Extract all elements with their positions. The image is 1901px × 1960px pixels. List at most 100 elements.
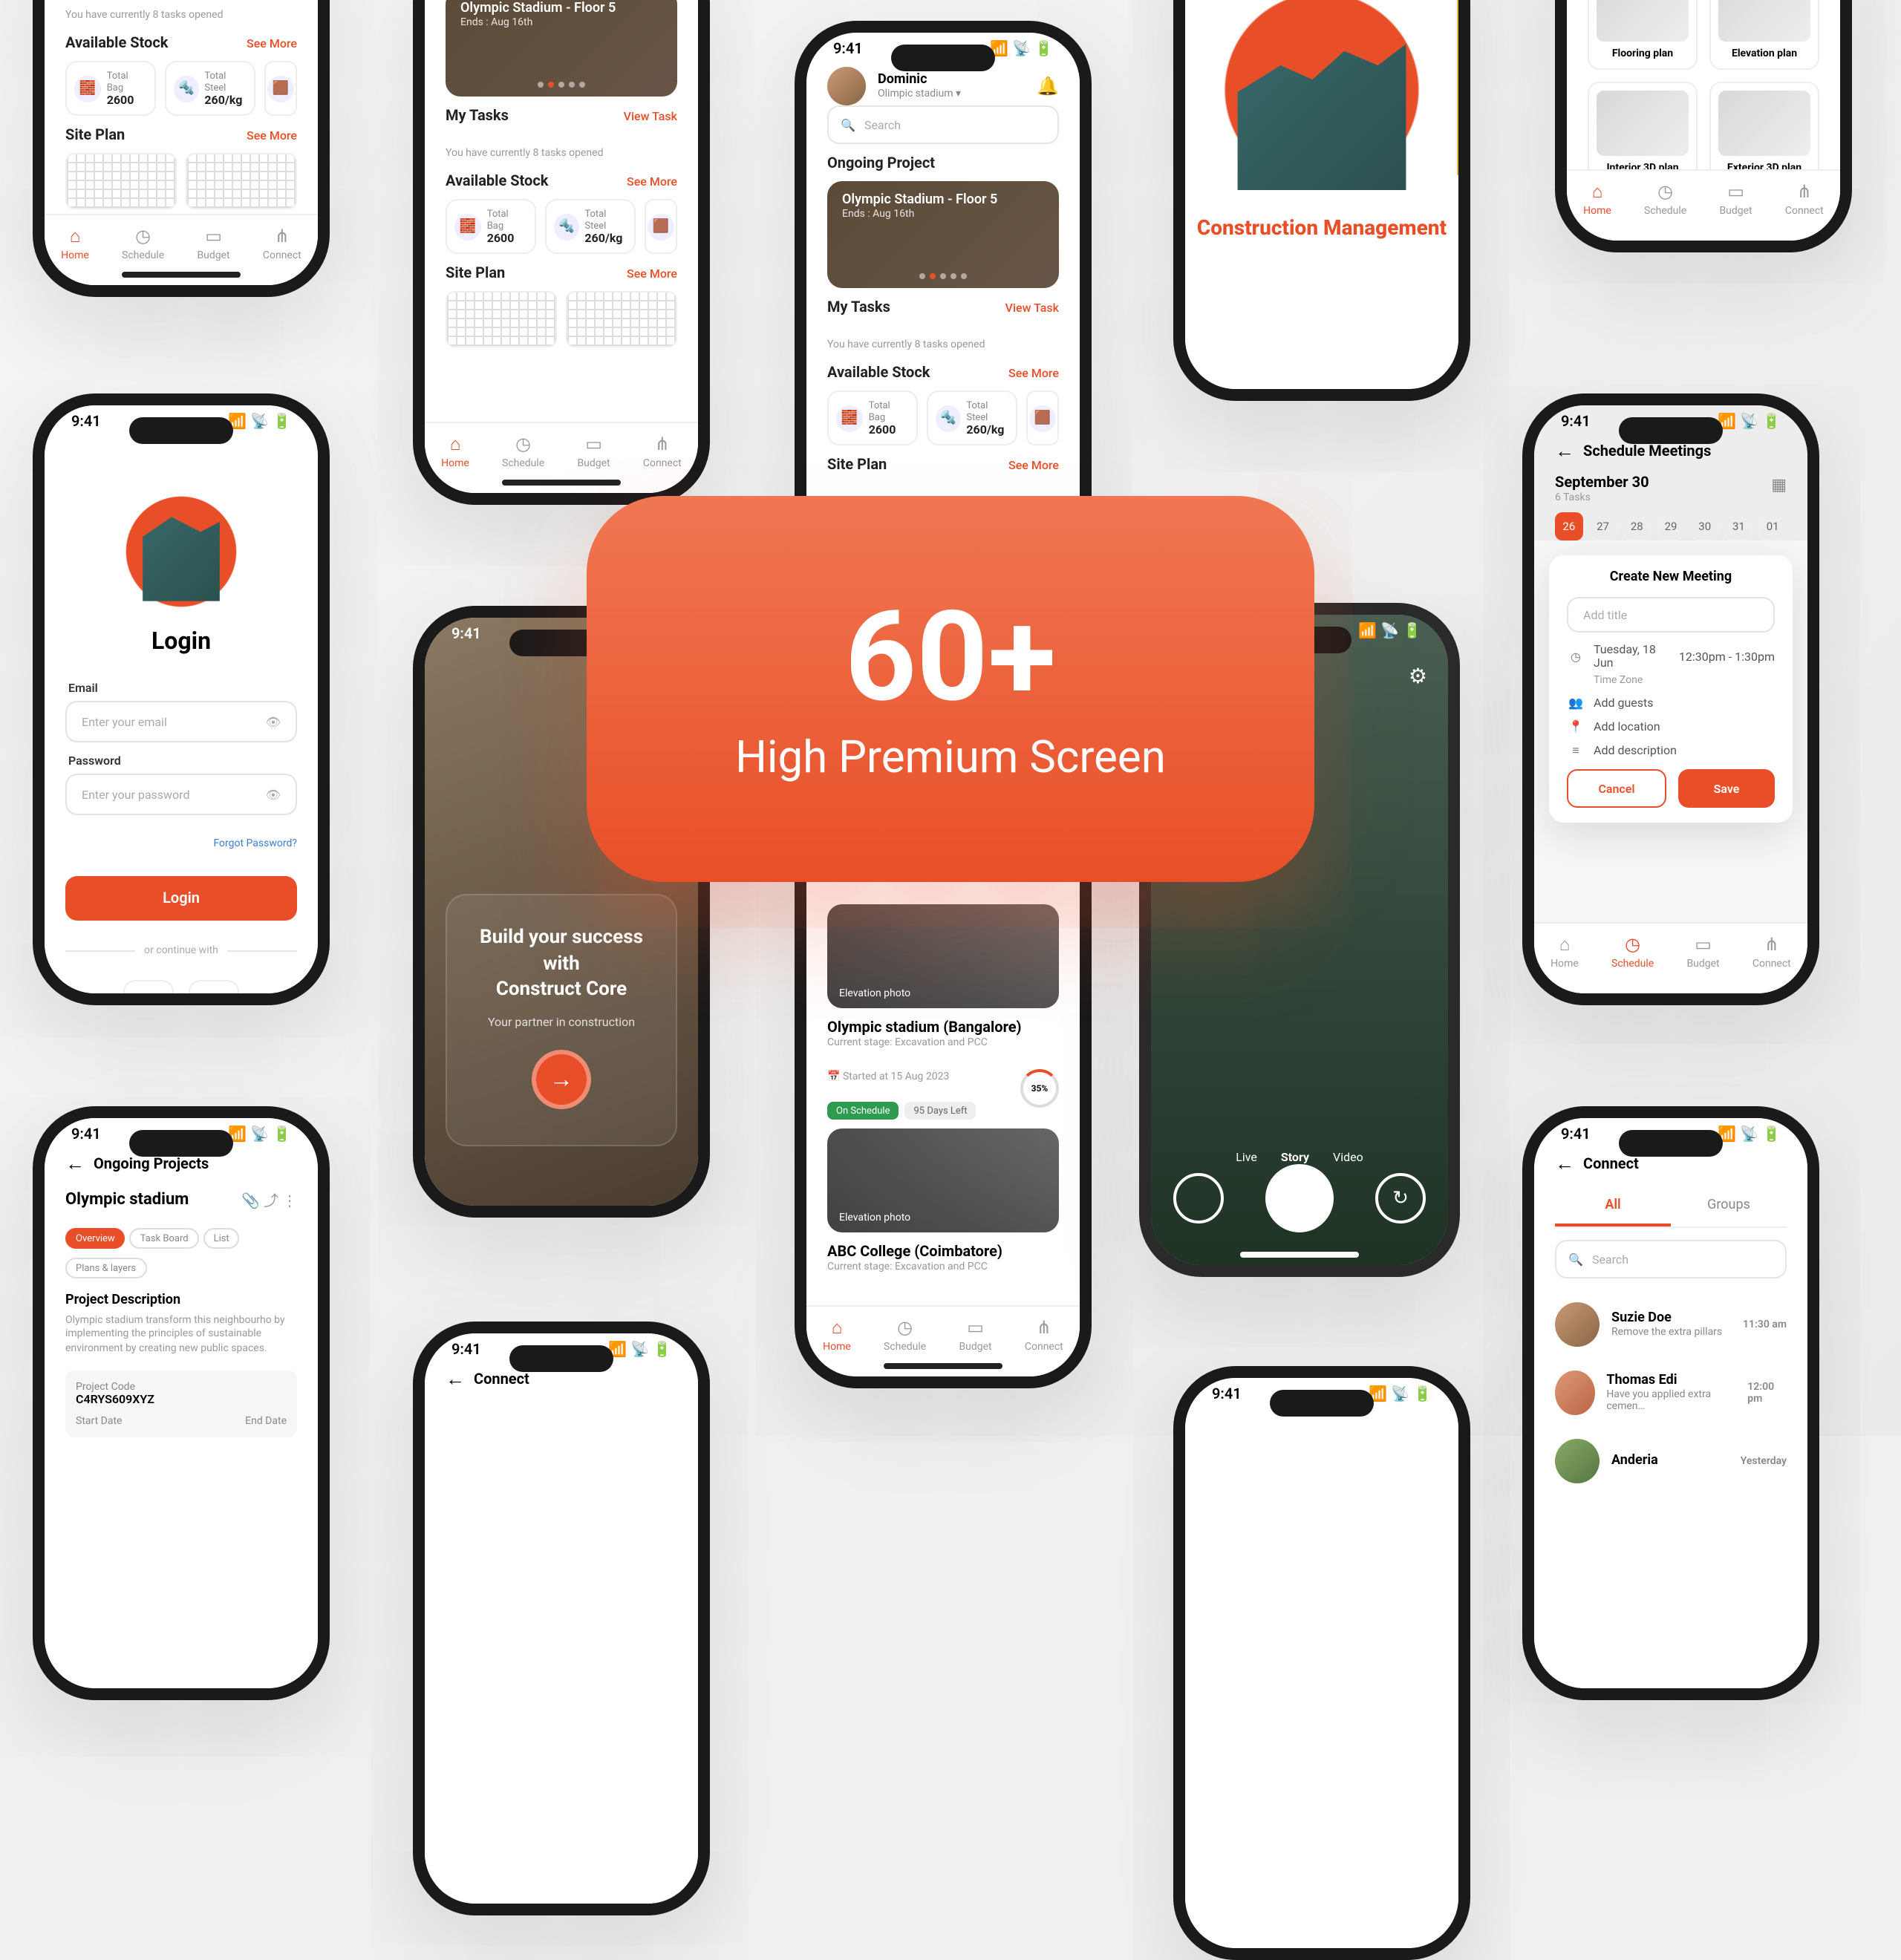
nav-budget[interactable]: ▭Budget [197,225,229,261]
attach-icon[interactable]: 📎 [241,1194,260,1210]
avatar [1555,1302,1600,1347]
view-task[interactable]: View Task [624,110,677,123]
eye-icon[interactable]: 👁 [266,715,281,728]
project-card[interactable]: Olympic Stadium - Floor 5 Ends : Aug 16t… [446,0,677,97]
day[interactable]: 01 [1758,512,1787,540]
calendar-icon: 📅 [827,1071,843,1082]
bell-icon[interactable]: 🔔 [1037,76,1059,97]
next-button[interactable]: → [532,1050,591,1109]
add-description[interactable]: ≡Add description [1567,744,1775,757]
brick-icon: 🟫 [267,75,294,102]
login-button[interactable]: Login [65,876,297,921]
gallery-button[interactable] [1173,1173,1224,1224]
add-guests[interactable]: 👥Add guests [1567,696,1775,710]
back-icon[interactable]: ← [1555,1152,1574,1176]
nav-schedule[interactable]: ◷Schedule [1644,180,1686,216]
shutter-button[interactable] [1265,1164,1334,1232]
avatar[interactable] [827,67,866,105]
siteplan-thumb[interactable] [186,153,297,209]
flip-camera-button[interactable]: ↻ [1375,1173,1426,1224]
back-icon[interactable]: ← [446,1368,465,1391]
siteplan-thumb[interactable] [446,291,557,347]
nav-budget[interactable]: ▭Budget [577,433,610,468]
back-icon[interactable]: ← [65,1152,85,1176]
see-more[interactable]: See More [627,175,677,189]
day[interactable]: 30 [1691,512,1719,540]
nav-connect[interactable]: ⋔Connect [643,433,682,468]
project-card[interactable]: Olympic Stadium - Floor 5 Ends : Aug 16t… [827,181,1059,288]
nav-connect[interactable]: ⋔Connect [1752,933,1791,969]
nav-schedule[interactable]: ◷Schedule [502,433,544,468]
back-icon[interactable]: ← [1555,440,1574,463]
eye-icon[interactable]: 👁 [266,788,281,801]
elevation-photo[interactable]: Elevation photo [827,904,1059,1008]
nav-connect[interactable]: ⋔Connect [1025,1316,1063,1352]
settings-icon[interactable]: ⚙ [1409,665,1427,689]
search-input[interactable]: 🔍Search [827,105,1059,144]
nav-budget[interactable]: ▭Budget [1686,933,1719,969]
share-icon[interactable]: ⤴ [264,1194,278,1210]
stock-card[interactable]: 🔩Total Steel260/kg [927,391,1017,445]
splash-illustration [1210,0,1433,190]
tab-groups[interactable]: Groups [1671,1188,1787,1226]
stock-card[interactable]: 🧱Total Bag2600 [827,391,918,445]
tab-overview[interactable]: Overview [65,1228,125,1249]
more-icon[interactable]: ⋮ [282,1194,297,1210]
siteplan-thumb[interactable] [65,153,177,209]
elevation-photo[interactable]: Elevation photo [827,1128,1059,1232]
chat-item[interactable]: Thomas EdiHave you applied extra cemen…1… [1534,1359,1807,1427]
see-more[interactable]: See More [627,267,677,281]
nav-budget[interactable]: ▭Budget [959,1316,991,1352]
apple-login[interactable] [189,980,239,993]
stock-card[interactable]: 🟫 [1026,391,1059,445]
calendar-icon[interactable]: ▦ [1771,475,1787,494]
see-more[interactable]: See More [247,129,297,143]
day[interactable]: 27 [1589,512,1617,540]
tab-plans[interactable]: Plans & layers [65,1258,146,1278]
plan-card[interactable]: Flooring plan [1588,0,1698,70]
stock-card[interactable]: 🔩Total Steel260/kg [545,199,636,254]
cancel-button[interactable]: Cancel [1567,769,1666,808]
day[interactable]: 28 [1623,512,1651,540]
stock-card[interactable]: 🧱Total Bag2600 [65,61,156,116]
project-dropdown[interactable]: Olimpic stadium ▾ [878,88,1025,99]
day[interactable]: 31 [1725,512,1753,540]
nav-home[interactable]: ⌂Home [441,433,469,468]
nav-home[interactable]: ⌂Home [61,225,89,261]
nav-home[interactable]: ⌂Home [1583,180,1611,216]
add-location[interactable]: 📍Add location [1567,720,1775,734]
plan-card[interactable]: Elevation plan [1709,0,1819,70]
nav-schedule[interactable]: ◷Schedule [1611,933,1654,969]
siteplan-thumb[interactable] [566,291,677,347]
tab-all[interactable]: All [1555,1188,1671,1226]
nav-schedule[interactable]: ◷Schedule [884,1316,926,1352]
email-field[interactable]: Enter your email👁 [65,701,297,742]
tab-taskboard[interactable]: Task Board [130,1228,199,1249]
people-icon: 👥 [1567,696,1585,710]
avatar [1555,1371,1594,1415]
stock-card[interactable]: 🧱Total Bag2600 [446,199,536,254]
nav-schedule[interactable]: ◷Schedule [122,225,164,261]
nav-connect[interactable]: ⋔Connect [263,225,301,261]
stock-card[interactable]: 🟫 [264,61,297,116]
nav-home[interactable]: ⌂Home [823,1316,851,1352]
day[interactable]: 29 [1657,512,1685,540]
see-more[interactable]: See More [247,37,297,50]
google-login[interactable]: G [123,980,174,993]
chat-item[interactable]: Suzie DoeRemove the extra pillars11:30 a… [1534,1290,1807,1359]
password-field[interactable]: Enter your password👁 [65,774,297,815]
nav-budget[interactable]: ▭Budget [1719,180,1752,216]
search-input[interactable]: 🔍Search [1555,1240,1787,1278]
nav-home[interactable]: ⌂Home [1551,933,1579,969]
stock-card[interactable]: 🔩Total Steel260/kg [165,61,255,116]
stock-card[interactable]: 🟫 [645,199,677,254]
chat-item[interactable]: AnderiaYesterday [1534,1427,1807,1495]
meeting-title-input[interactable]: Add title [1567,597,1775,633]
view-task[interactable]: View Task [1005,301,1059,315]
nav-connect[interactable]: ⋔Connect [1785,180,1824,216]
tab-list[interactable]: List [203,1228,240,1249]
search-icon: 🔍 [1568,1252,1583,1266]
save-button[interactable]: Save [1678,769,1775,808]
forgot-password[interactable]: Forgot Password? [213,837,297,849]
day[interactable]: 26 [1555,512,1583,540]
